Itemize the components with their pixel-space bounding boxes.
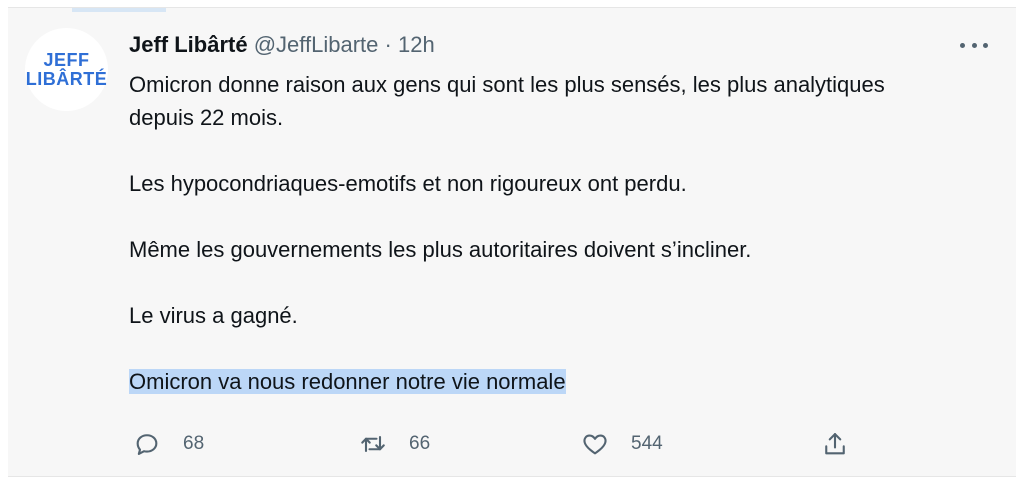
reply-count: 68 [183,433,205,454]
tweet-paragraph: Les hypocondriaques-emotifs et non rigou… [129,171,687,196]
avatar[interactable]: JEFF LIBÂRTÉ [25,28,108,111]
share-icon [825,433,845,455]
reply-button[interactable]: 68 [133,426,204,462]
retweet-icon [361,435,385,453]
retweet-button[interactable]: 66 [359,426,430,462]
like-button[interactable]: 544 [581,426,663,462]
tweet-text: Omicron donne raison aux gens qui sont l… [129,68,929,398]
tweet-paragraph: Omicron donne raison aux gens qui sont l… [129,72,885,130]
selection-accent [72,8,166,12]
like-count: 544 [631,433,663,454]
tweet-card[interactable]: JEFF LIBÂRTÉ Jeff Libârté @JeffLibarte ·… [8,7,1016,477]
header-separator: · [384,32,392,57]
tweet-header: Jeff Libârté @JeffLibarte · 12h [129,32,435,58]
tweet-paragraph-highlighted: Omicron va nous redonner notre vie norma… [129,365,929,398]
retweet-count: 66 [409,433,431,454]
selected-text: Omicron va nous redonner notre vie norma… [129,369,566,394]
avatar-line2: LIBÂRTÉ [25,68,108,89]
tweet-paragraph: Le virus a gagné. [129,303,298,328]
author-handle[interactable]: @JeffLibarte [254,32,379,57]
tweet-actions: 68 66 544 [129,426,859,462]
author-name[interactable]: Jeff Libârté [129,32,248,57]
reply-icon [136,434,158,455]
page: JEFF LIBÂRTÉ Jeff Libârté @JeffLibarte ·… [0,0,1022,492]
share-button[interactable] [821,426,849,462]
more-horizontal-icon[interactable] [960,38,988,52]
heart-icon [583,434,607,455]
tweet-paragraph: Même les gouvernements les plus autorita… [129,237,752,262]
avatar-line1: JEFF [43,49,90,70]
tweet-timestamp[interactable]: 12h [398,32,435,57]
